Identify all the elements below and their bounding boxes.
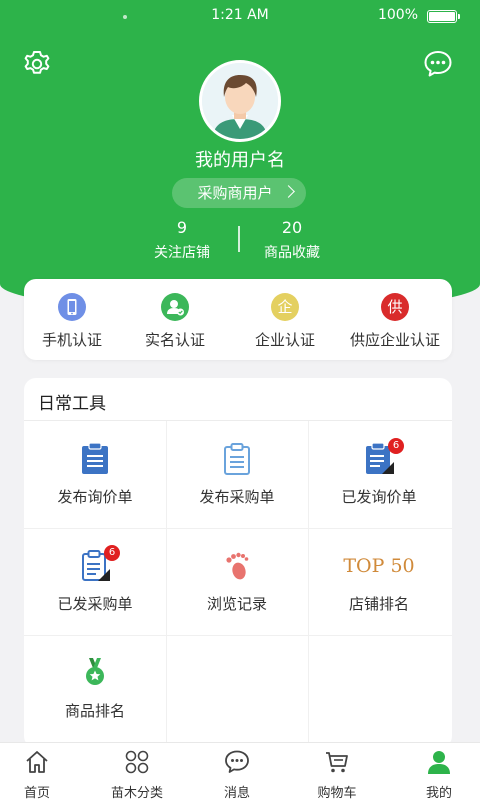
phone-verification-item[interactable]: 手机认证 (30, 293, 114, 350)
footprint-icon (222, 549, 252, 583)
sent-inquiries-button[interactable]: 6 已发询价单 (308, 422, 450, 528)
phone-icon (58, 293, 86, 321)
enterprise-verification-item[interactable]: 企 企业认证 (242, 293, 328, 350)
favorite-products-label: 商品收藏 (264, 245, 320, 261)
profile-icon (425, 748, 453, 776)
tab-home[interactable]: 首页 (0, 748, 77, 800)
enterprise-verification-label: 企业认证 (254, 331, 315, 349)
tab-categories[interactable]: 苗木分类 (97, 748, 177, 800)
publish-purchase-button[interactable]: 发布采购单 (166, 422, 308, 528)
enterprise-icon: 企 (271, 293, 299, 321)
tab-home-label: 首页 (23, 786, 50, 800)
tab-cart[interactable]: 购物车 (297, 748, 377, 800)
browse-history-button[interactable]: 浏览记录 (166, 529, 308, 635)
home-icon (23, 748, 51, 776)
status-bar: 1:21 AM 100% (0, 0, 480, 32)
battery-percent: 100% (377, 7, 418, 23)
top50-icon: TOP 50 (343, 555, 415, 577)
category-grid-icon (123, 748, 151, 776)
battery-icon (427, 10, 460, 23)
followed-shops-count: 9 (176, 218, 188, 237)
supplier-icon: 供 (381, 293, 409, 321)
cart-icon (323, 748, 351, 776)
followed-shops-stat[interactable]: 9 关注店铺 (122, 218, 242, 262)
daily-tools-title: 日常工具 (38, 394, 106, 414)
verification-card: 手机认证 实名认证 企 企业认证 供 供应企业认证 (24, 279, 452, 360)
favorite-products-count: 20 (281, 218, 303, 237)
tab-profile-label: 我的 (425, 786, 452, 800)
sent-inquiries-label: 已发询价单 (341, 488, 417, 506)
chat-bubble-icon[interactable] (422, 48, 454, 80)
realname-verification-item[interactable]: 实名认证 (132, 293, 218, 350)
supplier-glyph: 供 (387, 298, 403, 316)
sent-purchases-label: 已发采购单 (57, 595, 133, 613)
message-icon (223, 748, 251, 776)
chevron-right-icon (282, 185, 295, 198)
sent-purchases-button[interactable]: 6 已发采购单 (24, 529, 166, 635)
clipboard-outline-icon (222, 442, 252, 476)
supplier-verification-item[interactable]: 供 供应企业认证 (342, 293, 448, 350)
tab-messages[interactable]: 消息 (197, 748, 277, 800)
tab-cart-label: 购物车 (317, 786, 357, 800)
username: 我的用户名 (195, 150, 285, 171)
daily-tools-card: 日常工具 发布询价单 发布采购单 6 已发询价单 6 已发采购单 浏览记录 TO… (24, 378, 452, 748)
shop-ranking-label: 店铺排名 (348, 595, 409, 613)
sent-inquiries-badge: 6 (388, 438, 404, 454)
supplier-verification-label: 供应企业认证 (349, 331, 440, 349)
user-role-button[interactable]: 采购商用户 (172, 178, 306, 208)
avatar[interactable] (199, 60, 281, 142)
medal-icon (80, 656, 110, 690)
realname-verification-label: 实名认证 (144, 331, 205, 349)
divider (24, 420, 452, 421)
tab-profile[interactable]: 我的 (399, 748, 479, 800)
sent-purchases-badge: 6 (104, 545, 120, 561)
publish-inquiry-label: 发布询价单 (57, 488, 133, 506)
user-role-label: 采购商用户 (197, 184, 273, 202)
enterprise-glyph: 企 (277, 298, 293, 316)
clipboard-list-icon (80, 442, 110, 476)
tab-messages-label: 消息 (223, 786, 250, 800)
shop-ranking-button[interactable]: TOP 50 店铺排名 (308, 529, 450, 635)
gear-icon[interactable] (21, 48, 53, 80)
publish-purchase-label: 发布采购单 (199, 488, 275, 506)
publish-inquiry-button[interactable]: 发布询价单 (24, 422, 166, 528)
tab-categories-label: 苗木分类 (110, 786, 163, 800)
product-ranking-button[interactable]: 商品排名 (24, 636, 166, 742)
bottom-tab-bar: 首页 苗木分类 消息 购物车 我的 (0, 742, 480, 800)
browse-history-label: 浏览记录 (206, 595, 267, 613)
phone-verification-label: 手机认证 (41, 331, 102, 349)
followed-shops-label: 关注店铺 (154, 245, 210, 261)
favorite-products-stat[interactable]: 20 商品收藏 (232, 218, 352, 262)
product-ranking-label: 商品排名 (64, 702, 125, 720)
person-check-icon (161, 293, 189, 321)
